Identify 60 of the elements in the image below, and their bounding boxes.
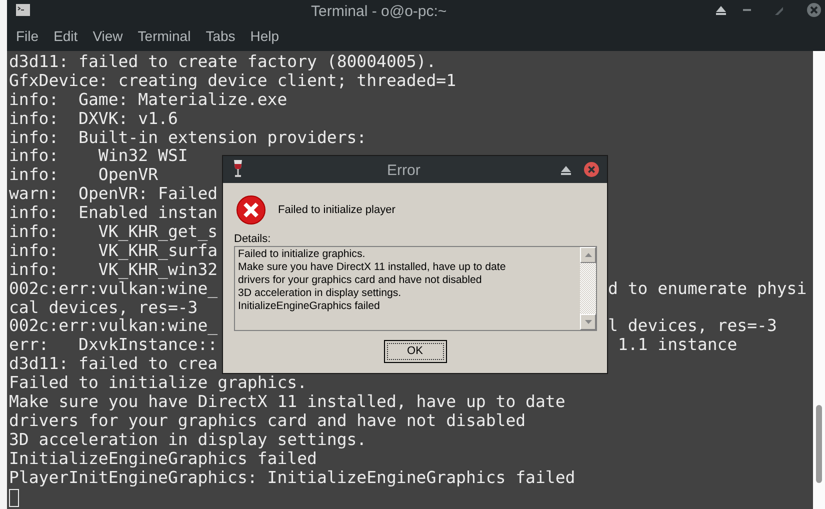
- terminal-app-icon: [16, 4, 30, 16]
- details-label: Details:: [234, 233, 271, 246]
- details-line: InitializeEngineGraphics failed: [238, 300, 380, 313]
- terminal-line: PlayerInitEngineGraphics: InitializeEngineGraphics failed: [9, 468, 576, 488]
- menu-item[interactable]: Terminal: [138, 26, 191, 46]
- scroll-up-button[interactable]: [580, 247, 596, 263]
- wine-glass-icon: [233, 160, 243, 178]
- terminal-line: 3D acceleration in display settings.: [9, 430, 367, 450]
- terminal-line: info: Built-in extension providers:: [9, 128, 367, 148]
- menu-item[interactable]: Tabs: [206, 26, 236, 46]
- window-title: Terminal - o@o-pc:~: [311, 2, 447, 22]
- error-icon: [236, 195, 266, 225]
- scrollbar-thumb[interactable]: [816, 405, 822, 483]
- terminal-line: info: DXVK: v1.6: [9, 110, 178, 129]
- terminal-line: 1.1 instance: [616, 336, 738, 356]
- terminal-line: warn: OpenVR: Failed: [9, 185, 218, 204]
- terminal-line: info: Win32 WSI: [9, 147, 188, 166]
- error-message: Failed to initialize player: [278, 202, 396, 218]
- terminal-line: drivers for your graphics card and have not disabled: [9, 412, 526, 431]
- close-icon[interactable]: [806, 2, 822, 18]
- details-line: drivers for your graphics card and have not disabled: [238, 274, 482, 287]
- details-box[interactable]: [234, 246, 597, 331]
- terminal-line: info: VK_KHR_surfa: [9, 242, 218, 261]
- terminal-line: 002c:err:vulkan:wine_: [9, 280, 218, 299]
- minimize-icon[interactable]: [743, 9, 751, 12]
- scrollbar[interactable]: [580, 247, 596, 330]
- maximize-icon[interactable]: [775, 7, 783, 15]
- terminal-line: Failed to initialize graphics.: [9, 374, 308, 394]
- menu-item[interactable]: Help: [250, 26, 280, 46]
- terminal-line: info: OpenVR: [9, 166, 158, 186]
- terminal-line: info: Enabled instan: [9, 204, 218, 224]
- down-arrow-icon: [584, 320, 592, 324]
- terminal-line: 002c:err:vulkan:wine_: [9, 317, 218, 336]
- menu-item[interactable]: File: [16, 26, 39, 46]
- scrollbar[interactable]: [813, 51, 825, 509]
- ok-button[interactable]: OK: [384, 340, 446, 363]
- terminal-line: cal devices, res=-3: [9, 298, 198, 318]
- menu-item[interactable]: View: [92, 26, 123, 46]
- text-cursor: [9, 489, 19, 508]
- terminal-line: Make sure you have DirectX 11 installed, have up to date: [9, 393, 566, 412]
- shade-icon[interactable]: [716, 6, 726, 15]
- close-icon[interactable]: [584, 162, 599, 177]
- terminal-line: err: DxvkInstance::: [9, 336, 218, 356]
- terminal-line: l devices, res=-3: [608, 317, 777, 336]
- shade-icon[interactable]: [561, 166, 571, 175]
- dialog-title: Error: [387, 161, 420, 181]
- details-line: Failed to initialize graphics.: [238, 248, 366, 261]
- terminal-line: d3d11: failed to crea: [9, 355, 218, 374]
- menu-item[interactable]: Edit: [54, 26, 78, 46]
- terminal-line: d3d11: failed to create factory (80004005).: [9, 53, 436, 72]
- scroll-down-button[interactable]: [580, 314, 596, 330]
- details-line: Make sure you have DirectX 11 installed, have up to date: [238, 261, 506, 274]
- terminal-line: info: VK_KHR_get_s: [9, 223, 218, 242]
- details-line: 3D acceleration in display settings.: [238, 287, 402, 300]
- terminal-line: d to enumerate physi: [608, 280, 807, 299]
- terminal-line: info: VK_KHR_win32: [9, 260, 218, 280]
- terminal-line: InitializeEngineGraphics failed: [9, 450, 317, 469]
- terminal-line: GfxDevice: creating device client; threaded=1: [9, 72, 456, 91]
- up-arrow-icon: [584, 253, 592, 257]
- terminal-line: info: Game: Materialize.exe: [9, 90, 288, 110]
